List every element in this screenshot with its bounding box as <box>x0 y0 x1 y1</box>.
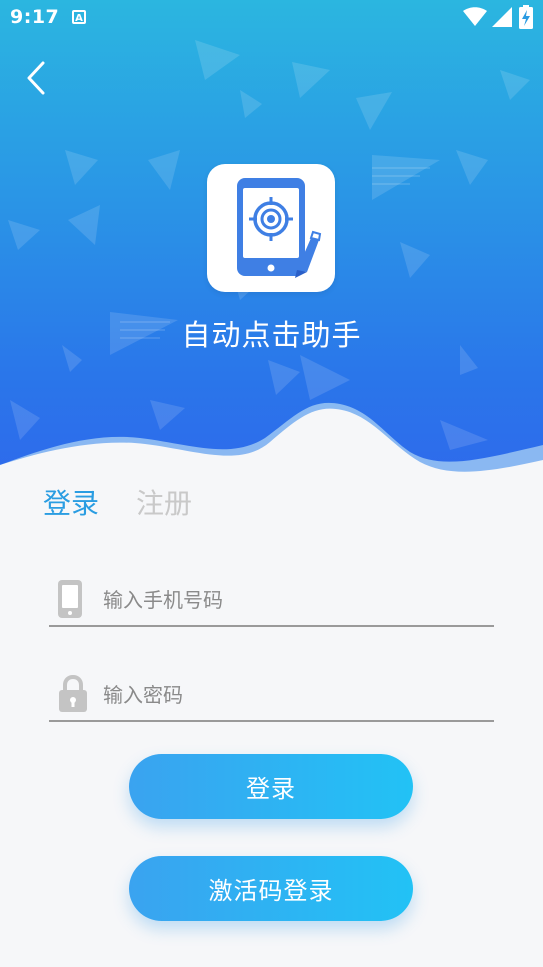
status-bar: 9:17 A <box>0 0 543 36</box>
phone-input[interactable] <box>101 581 485 619</box>
phone-field <box>49 575 494 627</box>
wifi-icon <box>463 7 487 26</box>
status-time: 9:17 <box>10 6 60 28</box>
back-button[interactable] <box>14 56 58 100</box>
chevron-left-icon <box>27 61 45 95</box>
tab-register[interactable]: 注册 <box>136 482 192 522</box>
app-name: 自动点击助手 <box>181 318 362 352</box>
login-button[interactable]: 登录 <box>129 754 413 819</box>
phone-icon <box>58 580 82 618</box>
a-notification-icon: A <box>72 10 86 24</box>
password-field <box>49 670 494 722</box>
battery-charging-icon <box>519 5 533 29</box>
tab-login[interactable]: 登录 <box>43 482 99 522</box>
app-logo <box>207 164 335 292</box>
activation-code-login-button[interactable]: 激活码登录 <box>129 856 413 921</box>
signal-icon <box>492 7 512 27</box>
password-input[interactable] <box>101 676 485 714</box>
login-screen: 9:17 A 自动点击助手 登录 注册 输入手机号码 登录 激活码登录 <box>0 0 543 967</box>
lock-icon <box>59 674 87 712</box>
tablet-target-icon <box>237 178 322 278</box>
